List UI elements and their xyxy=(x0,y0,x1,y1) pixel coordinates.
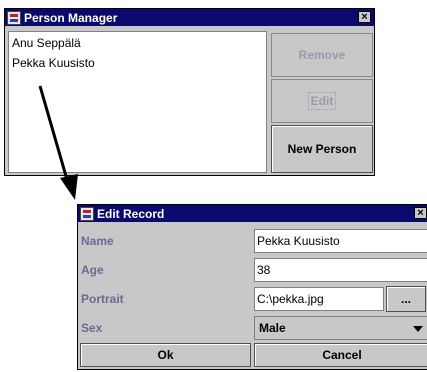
app-icon xyxy=(80,206,94,221)
person-manager-title: Person Manager xyxy=(24,10,118,25)
ok-button-label: Ok xyxy=(157,348,174,362)
browse-button[interactable]: ... xyxy=(386,286,426,312)
sex-select-value: Male xyxy=(259,321,286,335)
dropdown-arrow-icon[interactable] xyxy=(413,326,423,332)
portrait-label: Portrait xyxy=(81,292,124,306)
portrait-field[interactable]: C:\pekka.jpg xyxy=(254,287,384,311)
edit-record-titlebar[interactable]: Edit Record × xyxy=(78,205,427,222)
app-icon xyxy=(7,10,21,25)
edit-record-title: Edit Record xyxy=(97,206,165,221)
edit-button[interactable]: Edit xyxy=(271,79,373,123)
remove-button[interactable]: Remove xyxy=(271,33,373,77)
remove-button-label: Remove xyxy=(298,48,346,62)
sex-select[interactable]: Male xyxy=(254,316,427,340)
person-manager-titlebar[interactable]: Person Manager × xyxy=(5,9,374,26)
name-label: Name xyxy=(81,234,114,248)
age-label: Age xyxy=(81,263,104,277)
cancel-button-label: Cancel xyxy=(322,348,362,362)
ok-button[interactable]: Ok xyxy=(80,343,251,367)
edit-button-label: Edit xyxy=(307,92,337,110)
edit-record-window: Edit Record × Name Pekka Kuusisto Age 38… xyxy=(77,204,427,370)
age-field[interactable]: 38 xyxy=(254,258,427,282)
list-item[interactable]: Anu Seppälä xyxy=(9,33,266,53)
new-person-button-label: New Person xyxy=(287,142,357,156)
cancel-button[interactable]: Cancel xyxy=(254,343,427,367)
sex-label: Sex xyxy=(81,321,103,335)
browse-button-label: ... xyxy=(400,292,411,306)
close-icon[interactable]: × xyxy=(414,207,427,219)
person-manager-window: Person Manager × Anu Seppälä Pekka Kuusi… xyxy=(4,8,375,176)
list-item[interactable]: Pekka Kuusisto xyxy=(9,53,266,73)
name-field[interactable]: Pekka Kuusisto xyxy=(254,229,427,253)
person-list[interactable]: Anu Seppälä Pekka Kuusisto xyxy=(8,31,267,173)
close-icon[interactable]: × xyxy=(358,11,371,23)
new-person-button[interactable]: New Person xyxy=(271,125,373,173)
